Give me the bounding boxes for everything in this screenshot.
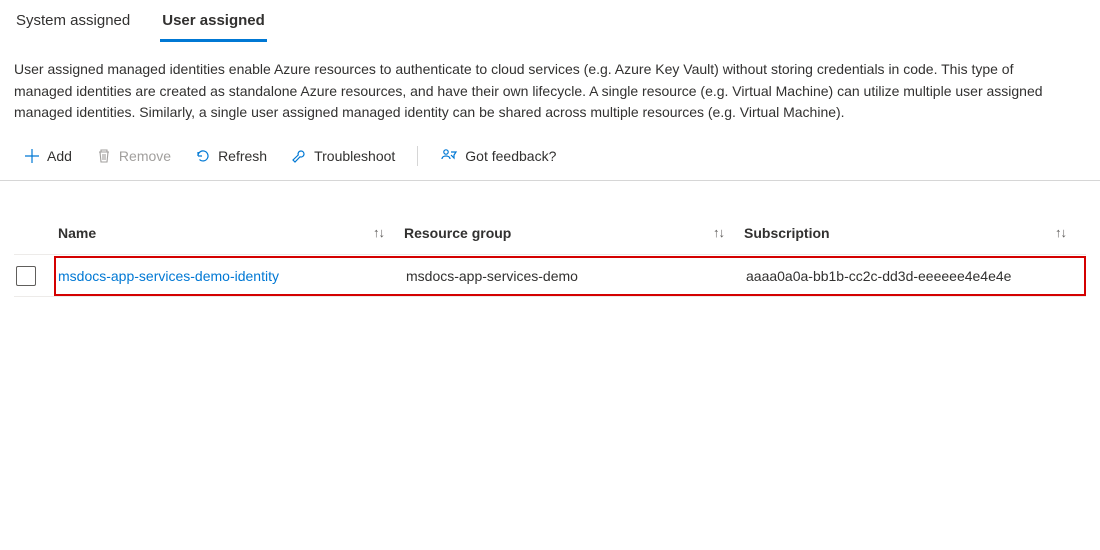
toolbar-separator — [417, 146, 418, 166]
description-text: User assigned managed identities enable … — [0, 43, 1080, 142]
tab-system-assigned[interactable]: System assigned — [14, 0, 132, 42]
feedback-button[interactable]: Got feedback? — [430, 142, 566, 170]
refresh-button[interactable]: Refresh — [185, 143, 277, 169]
sort-icon: ↑↓ — [713, 225, 724, 240]
refresh-icon — [195, 148, 211, 164]
row-checkbox[interactable] — [16, 266, 36, 286]
row-highlight: msdocs-app-services-demo-identity msdocs… — [54, 256, 1086, 296]
identities-table: Name ↑↓ Resource group ↑↓ Subscription ↑… — [0, 211, 1100, 297]
cell-name: msdocs-app-services-demo-identity — [56, 268, 406, 284]
add-label: Add — [47, 148, 72, 164]
cell-resource-group: msdocs-app-services-demo — [406, 268, 746, 284]
wrench-icon — [291, 148, 307, 164]
tabs: System assigned User assigned — [0, 0, 1100, 43]
tab-user-assigned[interactable]: User assigned — [160, 0, 267, 42]
toolbar: Add Remove Refresh Troubleshoot Got feed… — [0, 142, 1100, 181]
remove-button: Remove — [86, 143, 181, 169]
plus-icon — [24, 148, 40, 164]
column-sub-label: Subscription — [744, 225, 830, 241]
column-header-subscription[interactable]: Subscription ↑↓ — [744, 225, 1086, 241]
table-header-row: Name ↑↓ Resource group ↑↓ Subscription ↑… — [14, 211, 1086, 255]
feedback-label: Got feedback? — [465, 148, 556, 164]
identity-sub-text: aaaa0a0a-bb1b-cc2c-dd3d-eeeeee4e4e4e — [746, 268, 1011, 284]
troubleshoot-label: Troubleshoot — [314, 148, 395, 164]
column-name-label: Name — [58, 225, 96, 241]
column-header-name[interactable]: Name ↑↓ — [54, 225, 404, 241]
table-row[interactable]: msdocs-app-services-demo-identity msdocs… — [14, 255, 1086, 297]
feedback-icon — [440, 147, 458, 165]
column-rg-label: Resource group — [404, 225, 511, 241]
remove-label: Remove — [119, 148, 171, 164]
sort-icon: ↑↓ — [1055, 225, 1066, 240]
identity-name-link[interactable]: msdocs-app-services-demo-identity — [58, 268, 279, 284]
trash-icon — [96, 148, 112, 164]
add-button[interactable]: Add — [14, 143, 82, 169]
identity-rg-text: msdocs-app-services-demo — [406, 268, 578, 284]
column-header-resource-group[interactable]: Resource group ↑↓ — [404, 225, 744, 241]
refresh-label: Refresh — [218, 148, 267, 164]
sort-icon: ↑↓ — [373, 225, 384, 240]
troubleshoot-button[interactable]: Troubleshoot — [281, 143, 405, 169]
row-checkbox-col — [14, 266, 54, 286]
cell-subscription: aaaa0a0a-bb1b-cc2c-dd3d-eeeeee4e4e4e — [746, 268, 1084, 284]
